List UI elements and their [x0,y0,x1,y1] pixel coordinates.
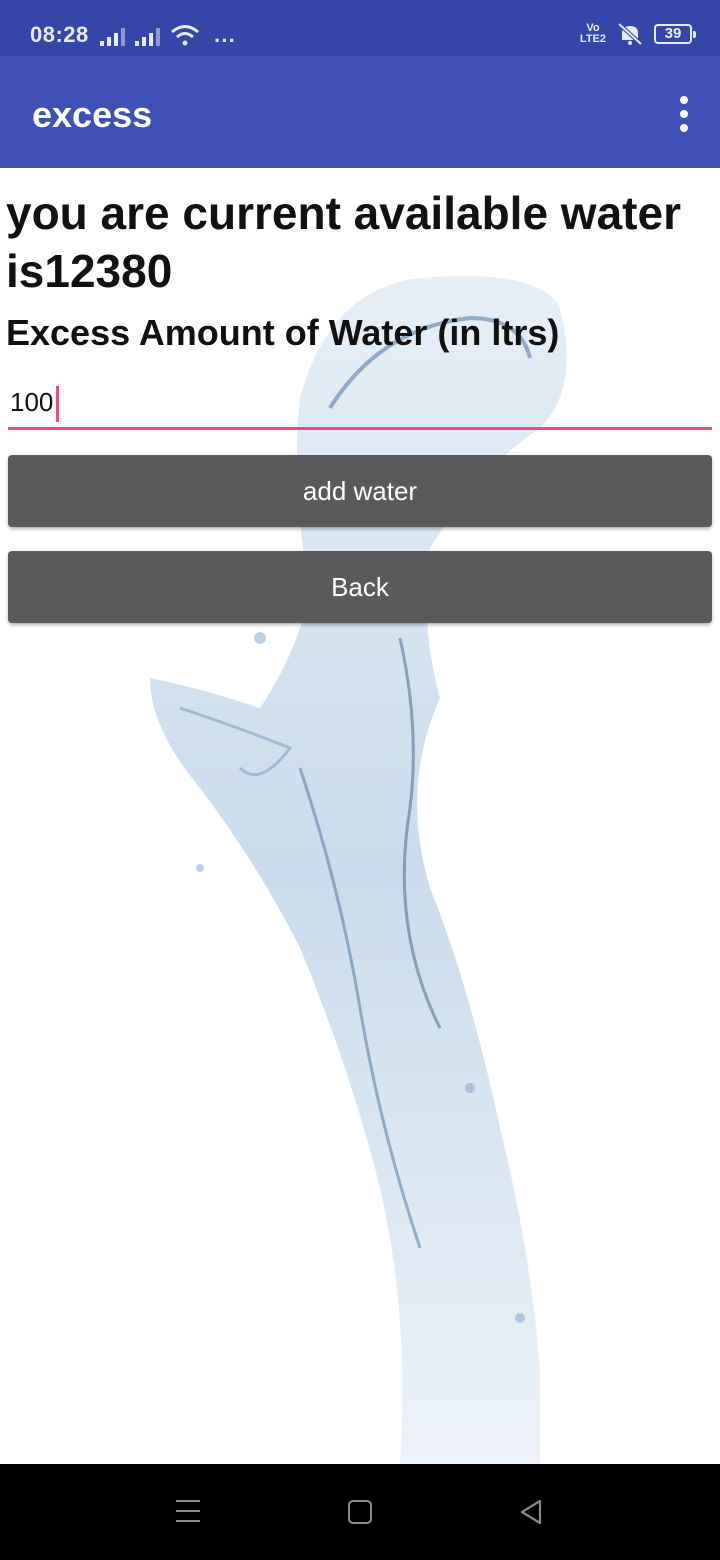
status-time: 08:28 [30,22,89,47]
battery-icon: 39 [654,24,696,44]
status-bar: 08:28 ··· Vo LTE2 39 [0,0,720,56]
signal-icon [100,26,125,46]
recents-icon[interactable] [176,1500,200,1522]
excess-amount-field-wrapper [8,378,712,430]
app-bar: excess [0,56,720,168]
add-water-button[interactable]: add water [8,455,712,527]
main-content: you are current available water is12380 … [0,168,720,1464]
mute-icon [617,22,643,46]
app-title: excess [32,94,153,135]
home-icon[interactable] [348,1500,372,1524]
signal-icon [135,26,160,46]
text-cursor [56,386,59,422]
back-icon[interactable] [518,1498,544,1526]
water-splash-background [150,276,567,1464]
navigation-bar [0,1464,720,1560]
available-water-heading: you are current available water is12380 [6,187,681,297]
more-dots-icon: ··· [214,28,236,53]
overflow-menu-icon[interactable] [678,96,690,132]
status-right-icons: Vo LTE2 39 [580,22,696,46]
wifi-icon [171,25,199,46]
volte-bottom-label: LTE2 [579,33,606,45]
volte-icon: Vo LTE2 [580,23,606,45]
excess-amount-input[interactable] [8,378,712,426]
status-left-icons: ··· [100,24,236,53]
excess-amount-label: Excess Amount of Water (in ltrs) [6,312,560,353]
back-button[interactable]: Back [8,551,712,623]
